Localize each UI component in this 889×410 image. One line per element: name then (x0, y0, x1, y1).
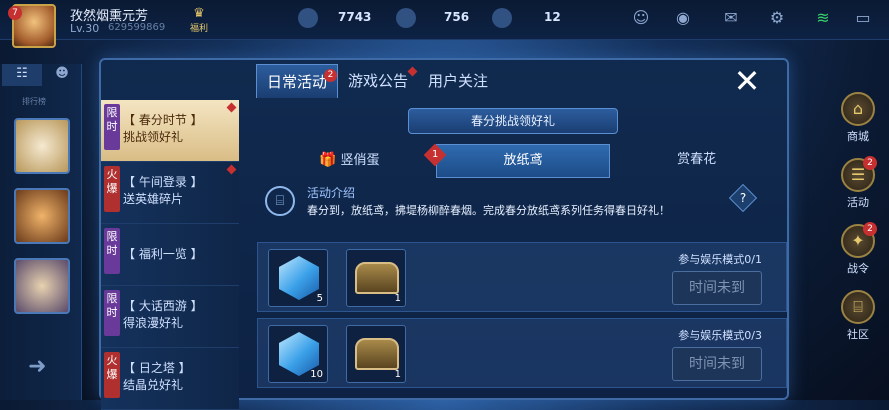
reward-chest[interactable]: 1 (346, 249, 406, 307)
activity-badge: 2 (863, 156, 877, 170)
community-button[interactable]: ⌸ 社区 (833, 290, 883, 342)
subtab-label: 赏春花 (677, 152, 717, 167)
help-icon[interactable]: ? (728, 183, 758, 213)
strip-tabs: ☷ ☻ (2, 64, 82, 86)
limited-tag: 限时 (104, 290, 120, 336)
gem-count: 12 (544, 10, 561, 24)
friends-icon[interactable]: ☺ (630, 8, 652, 28)
tab-label: 日常活动 (267, 73, 328, 91)
task-row: 5 1 参与娱乐模式0/1 时间未到 (257, 242, 787, 312)
shop-label: 商城 (847, 130, 869, 143)
player-level: Lv.30 (70, 22, 100, 35)
activity-label: 活动 (847, 196, 869, 209)
top-bar: 7 孜然烟熏元芳 Lv.30 629599869 ♛ 福利 7743 756 1… (0, 0, 889, 48)
activity-panel: 日常活动 2 游戏公告 用户关注 ✕ 限时 【 春分时节 】 挑战领好礼 火爆 … (99, 58, 789, 410)
diamond-icon (298, 8, 318, 28)
subtab-flower[interactable]: 赏春花 (610, 144, 783, 178)
mail-icon[interactable]: ✉ (720, 8, 742, 28)
task-progress: 参与娱乐模式0/1 (678, 253, 762, 266)
tab-user-follow[interactable]: 用户关注 (418, 64, 498, 98)
reward-crystal[interactable]: 5 (268, 249, 328, 307)
list-item[interactable]: 火爆 【 午间登录 】 送英雄碎片 (101, 162, 239, 224)
subtab-label: 放纸鸢 (503, 153, 543, 168)
limited-tag: 限时 (104, 228, 120, 274)
list-item[interactable]: 限时 【 大话西游 】 得浪漫好礼 (101, 286, 239, 348)
tab-reddot (407, 66, 418, 77)
shop-button[interactable]: ⌂ 商城 (833, 92, 883, 144)
list-item-label: 【 大话西游 】 得浪漫好礼 (123, 299, 203, 330)
reward-qty: 1 (394, 369, 401, 380)
tab-label: 游戏公告 (348, 72, 409, 90)
battlepass-button[interactable]: 2 ✦ 战令 (833, 222, 883, 276)
player-id: 629599869 (108, 22, 166, 33)
battlepass-label: 战令 (847, 262, 869, 275)
list-item[interactable]: 限时 【 春分时节 】 挑战领好礼 (101, 100, 239, 162)
subtab-kite[interactable]: 1 放纸鸢 (423, 143, 611, 178)
friend-avatar[interactable] (14, 258, 70, 314)
activity-list: 限时 【 春分时节 】 挑战领好礼 火爆 【 午间登录 】 送英雄碎片 限时 【… (101, 100, 239, 410)
intro-title: 活动介绍 (307, 186, 356, 200)
tab-announcement[interactable]: 游戏公告 (338, 64, 418, 98)
reward-crystal[interactable]: 10 (268, 325, 328, 383)
close-button[interactable]: ✕ (729, 64, 765, 100)
friend-tab[interactable]: ☻ (42, 64, 82, 86)
list-item[interactable]: 限时 【 福利一览 】 (101, 224, 239, 286)
community-icon: ⌸ (841, 290, 875, 324)
list-item-label: 【 日之塔 】 结晶兑好礼 (123, 361, 191, 392)
gem-icon (492, 8, 512, 28)
expand-arrow-icon[interactable]: ➜ (28, 354, 46, 379)
activity-banner: 春分挑战领好礼 (408, 108, 618, 134)
friend-avatar[interactable] (14, 188, 70, 244)
wifi-icon: ≋ (816, 8, 830, 27)
rank-label: 排行榜 (22, 97, 46, 106)
settings-gear-icon[interactable]: ⚙ (766, 8, 788, 28)
level-badge: 7 (8, 6, 22, 20)
activity-content: 春分挑战领好礼 🎁 竖俏蛋 1 放纸鸢 赏春花 ⌸ 活动介绍 春分到，放纸鸢，拂堤… (243, 106, 787, 400)
battlepass-badge: 2 (863, 222, 877, 236)
task-row: 10 1 参与娱乐模式0/3 时间未到 (257, 318, 787, 388)
crystal-icon (279, 256, 319, 300)
community-label: 社区 (847, 328, 869, 341)
list-item-label: 【 福利一览 】 (123, 247, 203, 261)
gift-icon: 🎁 (319, 152, 337, 168)
sub-tabs: 🎁 竖俏蛋 1 放纸鸢 赏春花 (263, 143, 783, 178)
subtab-label: 竖俏蛋 (340, 153, 380, 168)
list-item-label: 【 春分时节 】 挑战领好礼 (123, 113, 203, 144)
reward-chest[interactable]: 1 (346, 325, 406, 383)
list-item[interactable]: 火爆 【 日之塔 】 结晶兑好礼 (101, 348, 239, 410)
chest-icon (355, 338, 399, 370)
crown-icon: ♛ (193, 6, 205, 21)
gift-box-icon: ⌸ (265, 186, 295, 216)
reward-qty: 1 (394, 293, 401, 304)
rank-tab[interactable]: ☷ (2, 64, 42, 86)
welfare-label: 福利 (190, 24, 209, 34)
list-item-label: 【 午间登录 】 送英雄碎片 (123, 175, 203, 206)
eye-icon[interactable]: ◉ (672, 8, 694, 28)
task-progress: 参与娱乐模式0/3 (678, 329, 762, 342)
coupon-count: 756 (444, 10, 470, 24)
tab-badge: 2 (324, 69, 338, 82)
tab-label: 用户关注 (428, 72, 489, 90)
subtab-egg[interactable]: 🎁 竖俏蛋 (263, 144, 436, 178)
reddot-icon (226, 102, 237, 113)
welfare-button[interactable]: ♛ 福利 (190, 6, 208, 34)
reddot-icon (226, 164, 237, 175)
tab-daily-activity[interactable]: 日常活动 2 (256, 64, 339, 98)
shop-icon: ⌂ (841, 92, 875, 126)
reward-qty: 5 (316, 293, 323, 304)
limited-tag: 限时 (104, 104, 120, 150)
activity-button[interactable]: 2 ☰ 活动 (833, 156, 883, 210)
claim-button[interactable]: 时间未到 (672, 271, 762, 305)
hot-tag: 火爆 (104, 352, 120, 398)
reward-qty: 10 (310, 369, 323, 380)
coupon-icon (396, 8, 416, 28)
hot-tag: 火爆 (104, 166, 120, 212)
panel-tabs: 日常活动 2 游戏公告 用户关注 (256, 64, 498, 98)
friend-avatar[interactable] (14, 118, 70, 174)
diamond-count: 7743 (338, 10, 372, 24)
claim-button[interactable]: 时间未到 (672, 347, 762, 381)
intro-text: 春分到，放纸鸢，拂堤杨柳醉春烟。完成春分放纸鸢系列任务得春日好礼！ (307, 204, 670, 217)
chest-icon (355, 262, 399, 294)
battery-icon: ▭ (855, 8, 871, 27)
